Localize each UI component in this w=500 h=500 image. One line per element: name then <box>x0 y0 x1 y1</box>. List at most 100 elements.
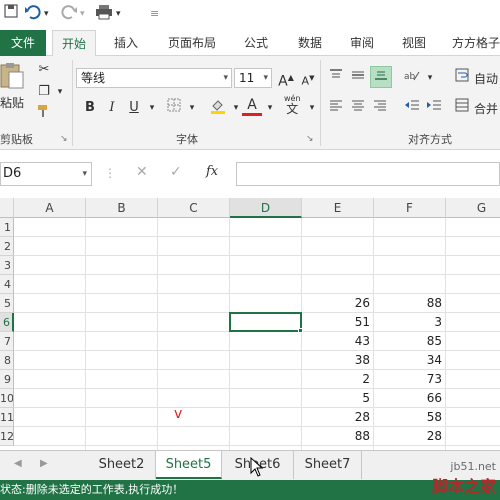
align-right-icon[interactable] <box>370 98 390 118</box>
phonetic-dropdown-icon[interactable]: ▾ <box>302 98 322 118</box>
name-box[interactable]: D6 ▾ <box>0 162 92 186</box>
cell-f10[interactable]: 66 <box>374 389 446 408</box>
customize-toolbar-icon[interactable]: ▾ <box>116 4 121 24</box>
row-header[interactable]: 8 <box>0 351 14 370</box>
redo-dropdown-icon[interactable]: ▾ <box>80 4 85 24</box>
column-header-f[interactable]: F <box>374 198 446 218</box>
underline-button[interactable]: U <box>124 98 144 118</box>
cell-f11[interactable]: 58 <box>374 408 446 427</box>
align-left-icon[interactable] <box>326 98 346 118</box>
borders-icon[interactable] <box>164 98 184 118</box>
underline-dropdown-icon[interactable]: ▾ <box>142 98 162 118</box>
tab-page-layout[interactable]: 页面布局 <box>160 30 224 56</box>
column-header-d[interactable]: D <box>230 198 302 218</box>
undo-dropdown-icon[interactable]: ▾ <box>44 4 49 24</box>
row-header[interactable]: 1 <box>0 218 14 237</box>
cell-e9[interactable]: 2 <box>302 370 374 389</box>
wrap-text-label[interactable]: 自动 <box>474 70 498 87</box>
sheet-tab-sheet5[interactable]: Sheet5 <box>156 451 222 479</box>
cut-icon[interactable]: ✂ <box>34 60 54 80</box>
cancel-entry-icon[interactable]: ✕ <box>136 164 148 180</box>
merge-cells-icon[interactable] <box>452 98 472 118</box>
row-header[interactable]: 11 <box>0 408 14 427</box>
scroll-tabs-left-icon[interactable]: ◀ <box>14 458 22 469</box>
tab-home[interactable]: 开始 <box>52 30 96 57</box>
cell-f8[interactable]: 34 <box>374 351 446 370</box>
fill-handle[interactable] <box>298 328 303 333</box>
row-header[interactable]: 2 <box>0 237 14 256</box>
font-color-button[interactable]: A <box>242 96 262 116</box>
active-cell-selection[interactable] <box>229 312 302 332</box>
row-header[interactable]: 4 <box>0 275 14 294</box>
worksheet-grid[interactable]: A B C D E F G 1 2 3 4 5 26 88 6 51 3 7 43 85 8 38 34 9 2 73 10 5 66 1… <box>0 198 500 450</box>
phonetic-guide-button[interactable]: wén 文 <box>284 94 301 116</box>
scroll-tabs-right-icon[interactable]: ▶ <box>40 458 48 469</box>
fill-color-icon[interactable] <box>208 98 228 118</box>
cell-e10[interactable]: 5 <box>302 389 374 408</box>
tab-data[interactable]: 数据 <box>290 30 330 56</box>
clipboard-launcher-icon[interactable]: ↘ <box>60 134 68 144</box>
italic-button[interactable]: I <box>102 98 122 118</box>
font-name-select[interactable]: 等线 ▾ <box>76 68 232 88</box>
cell-e5[interactable]: 26 <box>302 294 374 313</box>
tab-view[interactable]: 视图 <box>394 30 434 56</box>
column-header-g[interactable]: G <box>446 198 500 218</box>
font-color-dropdown-icon[interactable]: ▾ <box>260 98 280 118</box>
confirm-entry-icon[interactable]: ✓ <box>170 164 182 180</box>
align-top-icon[interactable] <box>326 68 346 88</box>
row-header[interactable]: 12 <box>0 427 14 446</box>
save-icon[interactable] <box>4 4 18 24</box>
toolbar-more-icon[interactable]: ≡ <box>150 4 159 24</box>
font-size-select[interactable]: 11 ▾ <box>234 68 272 88</box>
tab-addin[interactable]: 方方格子 <box>448 30 500 56</box>
row-header[interactable]: 6 <box>0 313 14 332</box>
borders-dropdown-icon[interactable]: ▾ <box>182 98 202 118</box>
bold-button[interactable]: B <box>80 98 100 118</box>
formula-input[interactable] <box>236 162 500 186</box>
font-launcher-icon[interactable]: ↘ <box>306 134 314 144</box>
column-header-c[interactable]: C <box>158 198 230 218</box>
sheet-tab-sheet2[interactable]: Sheet2 <box>88 451 156 479</box>
cell-f6[interactable]: 3 <box>374 313 446 332</box>
grow-font-button[interactable]: A▲ <box>276 68 296 90</box>
undo-icon[interactable] <box>24 4 42 24</box>
cell-f9[interactable]: 73 <box>374 370 446 389</box>
align-center-icon[interactable] <box>348 98 368 118</box>
cell-f12[interactable]: 28 <box>374 427 446 446</box>
cell-e12[interactable]: 88 <box>302 427 374 446</box>
orientation-dropdown-icon[interactable]: ▾ <box>420 68 440 88</box>
orientation-icon[interactable]: ab <box>402 68 422 88</box>
tab-formulas[interactable]: 公式 <box>236 30 276 56</box>
cell-f5[interactable]: 88 <box>374 294 446 313</box>
sheet-tab-sheet7[interactable]: Sheet7 <box>294 451 362 479</box>
row-header[interactable]: 10 <box>0 389 14 408</box>
merge-cells-label[interactable]: 合并 <box>474 100 498 117</box>
column-header-e[interactable]: E <box>302 198 374 218</box>
column-header-b[interactable]: B <box>86 198 158 218</box>
tab-file[interactable]: 文件 <box>0 30 46 56</box>
tab-insert[interactable]: 插入 <box>106 30 146 56</box>
wrap-text-icon[interactable] <box>452 68 472 88</box>
paste-icon[interactable] <box>0 62 26 93</box>
cell-f7[interactable]: 85 <box>374 332 446 351</box>
select-all-corner[interactable] <box>0 198 14 218</box>
row-header[interactable]: 7 <box>0 332 14 351</box>
decrease-indent-icon[interactable] <box>402 98 422 118</box>
cell-e8[interactable]: 38 <box>302 351 374 370</box>
increase-indent-icon[interactable] <box>424 98 444 118</box>
column-header-a[interactable]: A <box>14 198 86 218</box>
paste-label[interactable]: 粘贴 <box>0 94 24 111</box>
redo-icon[interactable] <box>60 4 78 24</box>
cell-e11[interactable]: 28 <box>302 408 374 427</box>
shrink-font-button[interactable]: A▼ <box>298 68 318 88</box>
tab-review[interactable]: 审阅 <box>342 30 382 56</box>
row-header[interactable]: 9 <box>0 370 14 389</box>
row-header[interactable]: 5 <box>0 294 14 313</box>
copy-dropdown-icon[interactable]: ▾ <box>50 82 70 102</box>
cell-e6[interactable]: 51 <box>302 313 374 332</box>
cell-e7[interactable]: 43 <box>302 332 374 351</box>
align-bottom-icon[interactable] <box>370 66 392 88</box>
format-painter-icon[interactable] <box>34 104 54 124</box>
align-middle-icon[interactable] <box>348 68 368 88</box>
insert-function-button[interactable]: fx <box>206 164 218 179</box>
